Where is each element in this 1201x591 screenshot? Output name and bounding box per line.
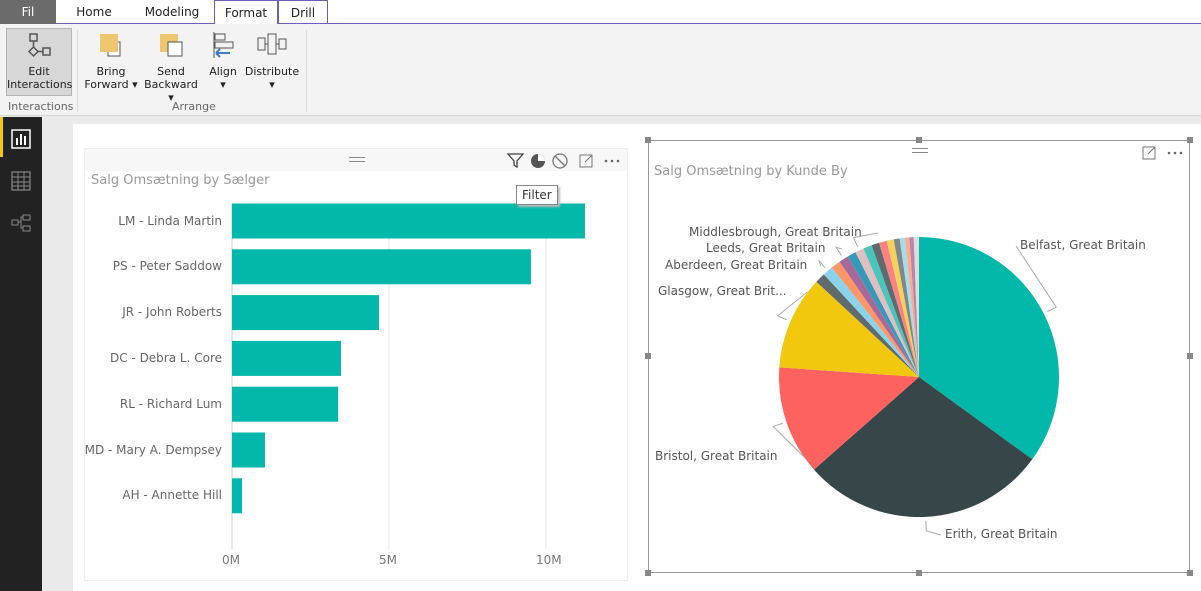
distribute-button[interactable]: Distribute ▾ [244, 28, 300, 91]
leader-line [818, 259, 826, 269]
send-backward-icon [160, 34, 183, 57]
pie-chart-visual[interactable]: Salg Omsætning by Kunde By Belfast, Grea… [645, 137, 1193, 576]
relationships-view-icon[interactable] [10, 212, 32, 234]
pie-data-label: Aberdeen, Great Britain [665, 258, 808, 272]
bar[interactable] [232, 478, 243, 514]
divider [306, 30, 307, 112]
distribute-label: Distribute ▾ [244, 65, 300, 91]
pie-data-label: Belfast, Great Britain [1020, 238, 1146, 252]
ribbon: Edit Interactions Interactions Bring Forwa… [0, 24, 1201, 116]
tab-format[interactable]: Format [214, 0, 278, 25]
align-button[interactable]: Align ▾ [206, 28, 240, 91]
resize-handle[interactable] [916, 137, 922, 143]
bar-chart-visual[interactable]: Salg Omsætning by Sælger LM - Linda Mart… [84, 148, 628, 581]
bar-plot [231, 203, 585, 549]
active-indicator [0, 117, 3, 157]
bring-forward-label: Bring Forward ▾ [84, 65, 138, 91]
resize-handle[interactable] [1187, 570, 1193, 576]
resize-handle[interactable] [916, 570, 922, 576]
bar[interactable] [232, 432, 265, 468]
bar[interactable] [232, 249, 531, 285]
group-label-interactions: Interactions [8, 100, 74, 113]
x-tick-label: 0M [222, 553, 240, 567]
x-tick-label: 5M [379, 553, 397, 567]
leader-line [925, 520, 942, 536]
distribute-icon [257, 33, 287, 55]
bar[interactable] [232, 386, 339, 422]
bar[interactable] [232, 203, 585, 239]
pie-data-label: Middlesbrough, Great Britain [689, 225, 862, 239]
align-label: Align ▾ [209, 65, 237, 91]
ribbon-tabs: Fil Home Modeling Format Drill [0, 0, 1201, 25]
data-view-icon[interactable] [10, 170, 32, 192]
edit-interactions-icon [27, 33, 51, 58]
resize-handle[interactable] [645, 353, 651, 359]
send-backward-label: Send Backward ▾ [144, 65, 198, 104]
edit-interactions-button[interactable]: Edit Interactions [6, 28, 72, 96]
report-view-icon[interactable] [10, 128, 32, 150]
leader-line [834, 246, 843, 256]
pie-data-label: Leeds, Great Britain [706, 241, 826, 255]
pie-data-label: Bristol, Great Britain [655, 449, 778, 463]
bar[interactable] [232, 340, 341, 376]
bring-forward-button[interactable]: Bring Forward ▾ [84, 28, 138, 91]
pie-data-label: Erith, Great Britain [945, 527, 1058, 541]
left-nav [0, 117, 42, 591]
tab-modeling[interactable]: Modeling [132, 0, 212, 24]
bar[interactable] [232, 295, 379, 331]
pie-plot [772, 232, 1059, 536]
bring-forward-icon [100, 34, 121, 57]
tab-home[interactable]: Home [64, 0, 124, 24]
resize-handle[interactable] [1187, 137, 1193, 143]
pie-data-label: Glasgow, Great Brit... [658, 284, 787, 298]
resize-handle[interactable] [1187, 353, 1193, 359]
resize-handle[interactable] [645, 570, 651, 576]
tab-file[interactable]: Fil [0, 0, 56, 24]
filter-tooltip: Filter [516, 185, 558, 205]
edit-interactions-label: Edit Interactions [7, 65, 73, 91]
resize-handle[interactable] [645, 137, 651, 143]
group-label-arrange: Arrange [172, 100, 216, 113]
align-icon [213, 32, 234, 58]
send-backward-button[interactable]: Send Backward ▾ [140, 28, 202, 104]
divider [77, 30, 78, 112]
x-tick-label: 10M [536, 553, 562, 567]
tab-drill[interactable]: Drill [278, 0, 328, 24]
